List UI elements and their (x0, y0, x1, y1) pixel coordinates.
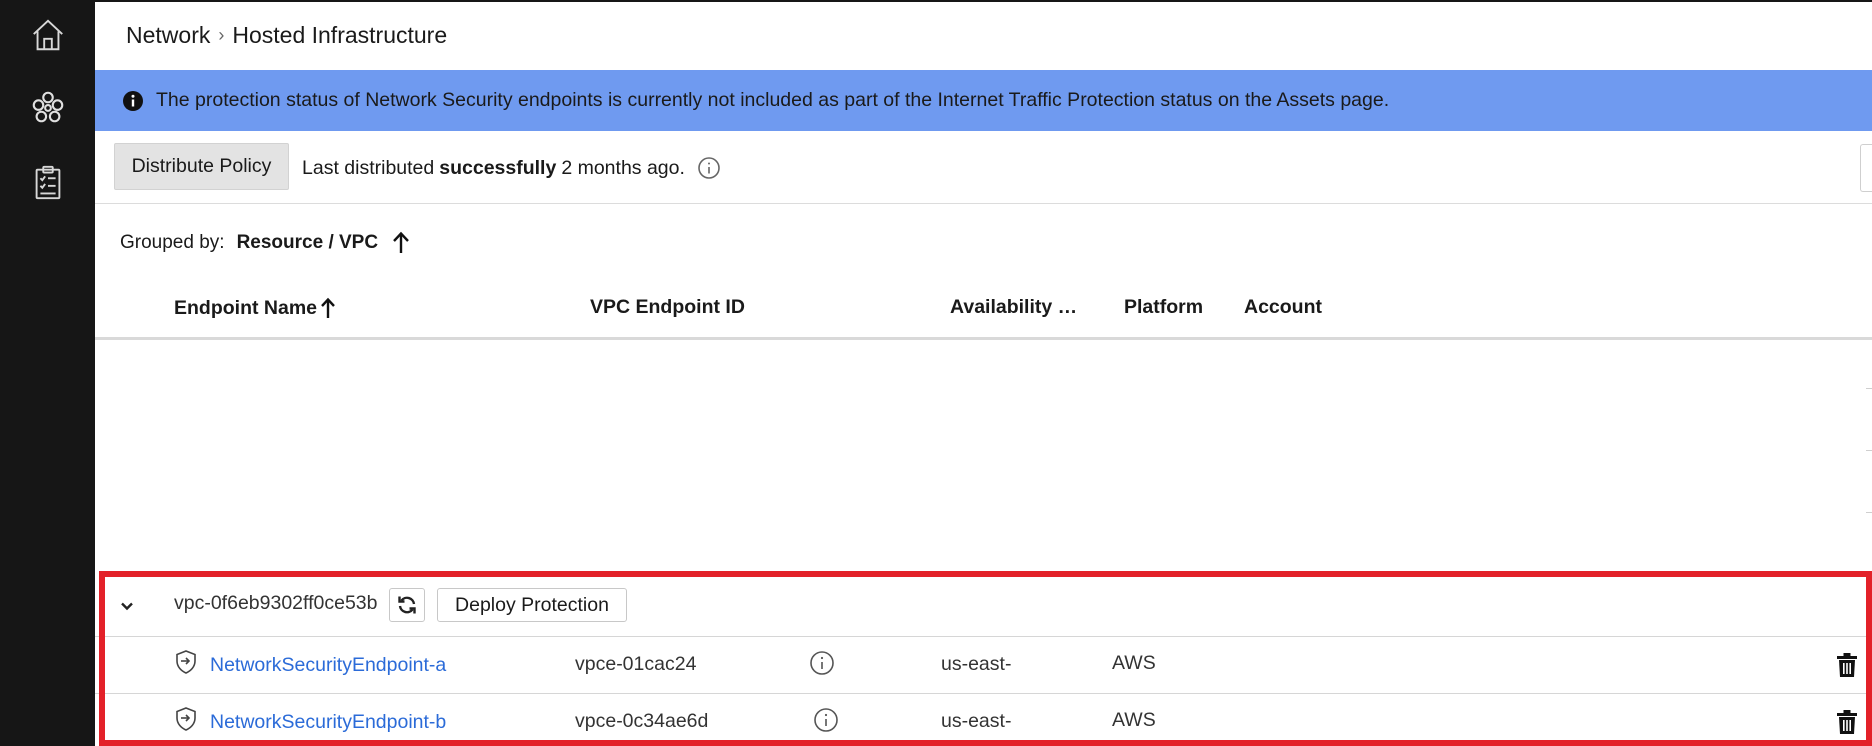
breadcrumb-network-link[interactable]: Network (126, 22, 210, 49)
breadcrumb-separator: › (218, 25, 225, 45)
edge-tick (1866, 388, 1872, 389)
clipboard-checklist-icon[interactable] (28, 163, 68, 203)
left-rail (0, 0, 95, 746)
grouping-value[interactable]: Resource / VPC (237, 232, 379, 254)
distribution-status: Last distributed successfully 2 months a… (302, 156, 721, 180)
edge-tick (1866, 450, 1872, 451)
status-info-icon[interactable] (697, 156, 721, 180)
toolbar-right-control[interactable] (1860, 144, 1872, 192)
highlight-box (99, 571, 1872, 746)
info-banner: The protection status of Network Securit… (95, 70, 1872, 131)
grouping-control: Grouped by: Resource / VPC (120, 230, 412, 256)
sort-ascending-icon (321, 297, 335, 318)
column-header-availability[interactable]: Availability … (950, 296, 1077, 319)
column-header-account[interactable]: Account (1244, 296, 1322, 319)
home-icon[interactable] (28, 15, 68, 55)
sort-ascending-icon[interactable] (390, 230, 412, 256)
status-prefix: Last distributed (302, 156, 435, 179)
distribute-policy-button[interactable]: Distribute Policy (114, 143, 289, 190)
grouping-label: Grouped by: (120, 232, 225, 253)
column-header-endpoint-name[interactable]: Endpoint Name (174, 296, 337, 320)
banner-text: The protection status of Network Securit… (156, 89, 1390, 111)
table-header: Endpoint Name VPC Endpoint ID Availabili… (95, 289, 1872, 340)
main-content: Network › Hosted Infrastructure The prot… (95, 0, 1872, 746)
policy-toolbar: Distribute Policy Last distributed succe… (95, 132, 1872, 204)
column-header-vpc-endpoint-id[interactable]: VPC Endpoint ID (590, 296, 745, 319)
top-divider (95, 0, 1872, 2)
page-title: Hosted Infrastructure (232, 22, 448, 48)
breadcrumb: Network › Hosted Infrastructure (126, 22, 447, 49)
info-icon (123, 90, 143, 111)
status-time: 2 months ago. (561, 156, 685, 179)
network-icon[interactable] (28, 87, 68, 127)
edge-tick (1866, 512, 1872, 513)
column-header-platform[interactable]: Platform (1124, 296, 1203, 319)
status-result: successfully (439, 156, 557, 179)
